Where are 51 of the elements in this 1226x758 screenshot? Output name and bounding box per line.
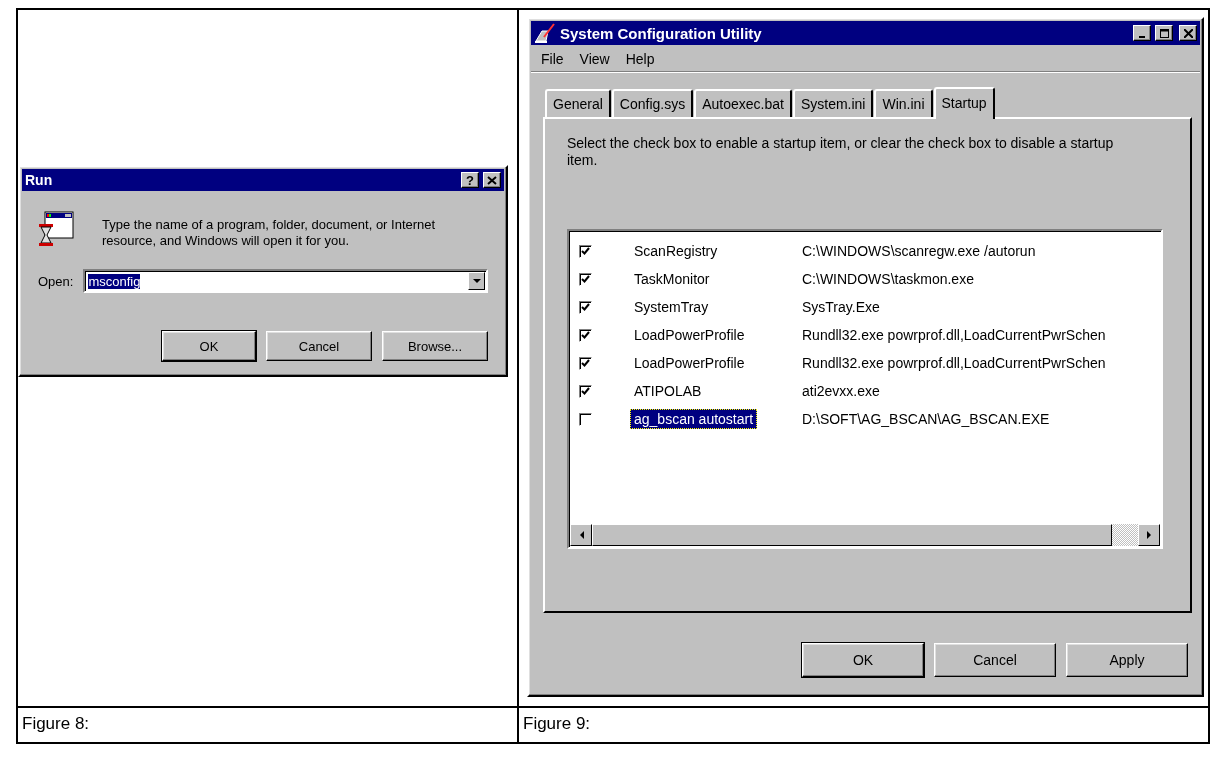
dialog-button[interactable]: Browse... — [382, 331, 488, 361]
left-arrow-icon — [578, 531, 584, 539]
dialog-button[interactable]: OK — [802, 643, 924, 677]
minimize-icon — [1139, 36, 1145, 38]
startup-command: ati2evxx.exe — [801, 383, 880, 399]
menu-item[interactable]: Help — [619, 49, 661, 69]
dialog-button[interactable]: Cancel — [266, 331, 372, 361]
dialog-button[interactable]: Cancel — [934, 643, 1056, 677]
close-icon — [487, 175, 497, 185]
startup-command: Rundll32.exe powrprof.dll,LoadCurrentPwrSchen — [801, 355, 1106, 371]
startup-command: C:\WINDOWS\taskmon.exe — [801, 271, 974, 287]
startup-command: C:\WINDOWS\scanregw.exe /autorun — [801, 243, 1036, 259]
startup-item-name[interactable]: LoadPowerProfile — [630, 353, 749, 373]
help-button[interactable]: ? — [461, 172, 479, 188]
figure-caption: Figure 8: — [22, 714, 90, 733]
startup-command: SysTray.Exe — [801, 299, 880, 315]
dropdown-button[interactable] — [468, 272, 485, 290]
close-icon — [1183, 28, 1193, 38]
app-icon — [534, 23, 556, 43]
right-arrow-icon — [1146, 531, 1152, 539]
startup-item-name[interactable]: TaskMonitor — [630, 269, 714, 289]
open-label: Open: — [38, 273, 74, 289]
caret-icon — [472, 279, 481, 283]
dialog-button[interactable]: OK — [162, 331, 256, 361]
window-title: Run — [25, 172, 54, 188]
close-button[interactable] — [1179, 25, 1197, 41]
tab[interactable]: General — [545, 89, 611, 117]
startup-item-name[interactable]: ATIPOLAB — [630, 381, 706, 401]
window-title: System Configuration Utility — [560, 24, 763, 42]
startup-command: Rundll32.exe powrprof.dll,LoadCurrentPwrSchen — [801, 327, 1106, 343]
tab[interactable]: Config.sys — [611, 89, 694, 117]
startup-item-name[interactable]: ScanRegistry — [630, 241, 722, 261]
maximize-icon — [1159, 28, 1169, 38]
menu-item[interactable]: View — [573, 49, 616, 69]
tab[interactable]: System.ini — [792, 89, 874, 117]
startup-item-name[interactable]: SystemTray — [630, 297, 713, 317]
tab[interactable]: Autoexec.bat — [694, 89, 792, 117]
figure-caption: Figure 9: — [523, 714, 591, 733]
open-field[interactable]: msconfig — [83, 269, 488, 293]
menu-item[interactable]: File — [535, 49, 570, 69]
startup-item-name[interactable]: ag_bscan autostart — [630, 409, 758, 429]
minimize-button[interactable] — [1133, 25, 1151, 41]
tab[interactable]: Win.ini — [874, 89, 933, 117]
tab[interactable]: Startup — [933, 87, 995, 119]
maximize-button[interactable] — [1155, 25, 1173, 41]
instruction-text: Select the check box to enable a startup item, or clear the check box to disable a startup item. — [567, 135, 1115, 169]
close-button[interactable] — [483, 172, 501, 188]
startup-item-name[interactable]: LoadPowerProfile — [630, 325, 749, 345]
startup-command: D:\SOFT\AG_BSCAN\AG_BSCAN.EXE — [801, 411, 1050, 427]
description-text: Type the name of a program, folder, document, or Internet resource, and Windows will open it for you. — [102, 217, 437, 249]
dialog-button[interactable]: Apply — [1066, 643, 1188, 677]
